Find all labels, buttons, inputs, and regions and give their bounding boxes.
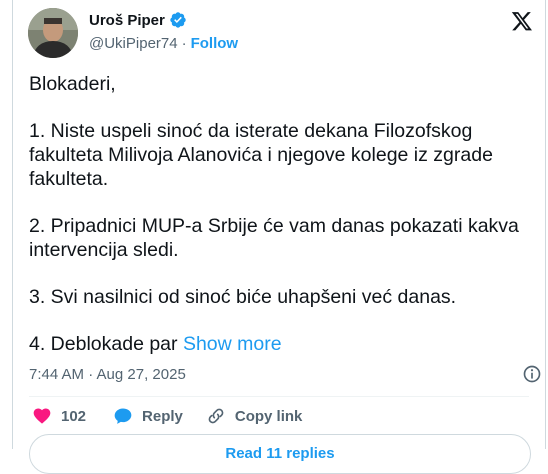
follow-button[interactable]: Follow [191, 35, 239, 52]
read-replies-button[interactable]: Read 11 replies [29, 434, 531, 474]
tweet-paragraph: fakulteta. [29, 168, 109, 190]
copy-link-button[interactable]: Copy link [206, 406, 303, 426]
tweet-paragraph: Blokaderi, [29, 73, 116, 95]
divider [29, 396, 529, 397]
like-count: 102 [61, 407, 87, 425]
tweet-card: Uroš Piper @UkiPiper74 · Follow Blokader… [12, 0, 546, 474]
like-button[interactable]: 102 [32, 406, 86, 426]
reply-label: Reply [142, 407, 183, 425]
info-icon[interactable] [522, 364, 542, 384]
x-logo-icon[interactable] [511, 10, 533, 32]
author-handle-row: @UkiPiper74 · Follow [89, 35, 238, 52]
tweet-paragraph: 2. Pripadnici MUP-a Srbije će vam danas … [29, 215, 519, 237]
tweet-paragraph: intervencija sledi. [29, 239, 179, 261]
author-name-row: Uroš Piper [89, 9, 187, 31]
avatar[interactable] [28, 8, 78, 58]
tweet-paragraph: 3. Svi nasilnici od sinoć biće uhapšeni … [29, 286, 457, 308]
tweet-paragraph: 1. Niste uspeli sinoć da isterate dekana… [29, 120, 473, 142]
tweet-paragraph: 4. Deblokade par Show more [29, 333, 282, 355]
reply-button[interactable]: Reply [113, 406, 183, 426]
tweet-timestamp[interactable]: 7:44 AM · Aug 27, 2025 [29, 366, 186, 383]
author-display-name[interactable]: Uroš Piper [89, 12, 165, 29]
tweet-actions: 102 Reply Copy link [32, 405, 302, 427]
copy-link-label: Copy link [234, 407, 303, 425]
handle-separator: · [181, 35, 187, 52]
tweet-text: Blokaderi, 1. Niste uspeli sinoć da iste… [29, 72, 534, 356]
heart-icon [33, 408, 51, 424]
avatar-photo-icon [28, 8, 78, 58]
verified-badge-icon [170, 12, 186, 28]
tweet-paragraph: fakulteta Milivoja Alanovića i njegove k… [29, 144, 493, 166]
reply-bubble-icon [114, 408, 132, 424]
author-handle[interactable]: @UkiPiper74 [89, 35, 178, 52]
link-icon [208, 408, 224, 424]
show-more-link[interactable]: Show more [183, 333, 282, 355]
